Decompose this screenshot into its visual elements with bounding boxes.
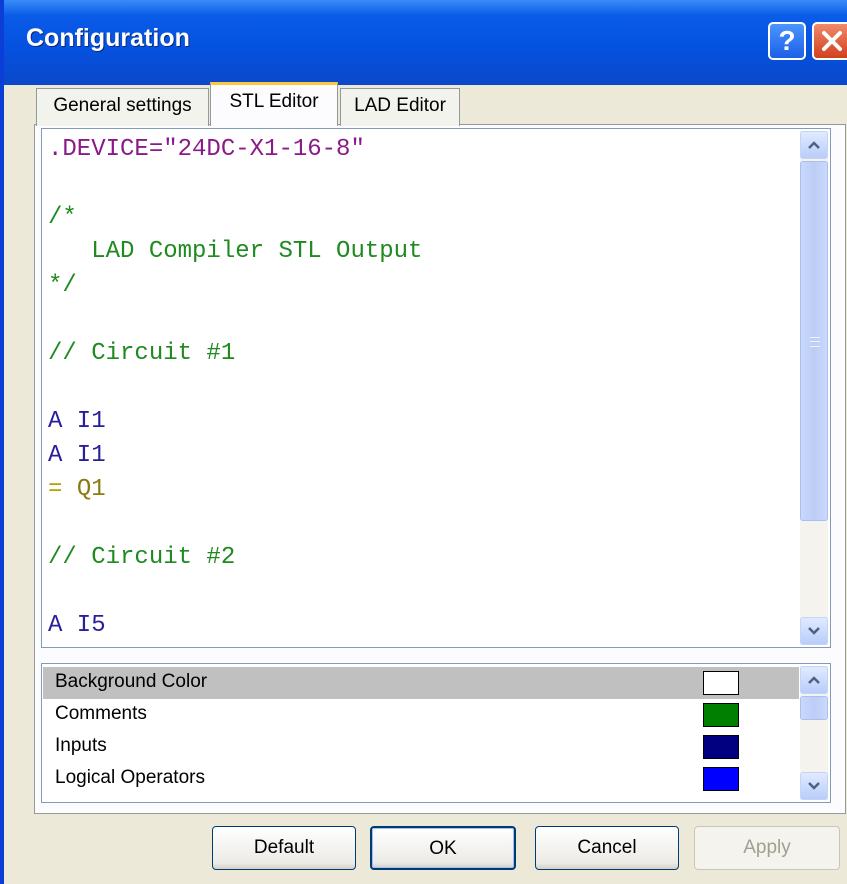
code-line: /* bbox=[48, 204, 77, 231]
color-row-inputs[interactable]: Inputs bbox=[43, 731, 799, 763]
color-label: Inputs bbox=[55, 735, 107, 756]
tab-stl-editor[interactable]: STL Editor bbox=[210, 82, 338, 126]
code-line: // Circuit #1 bbox=[48, 340, 236, 367]
close-icon bbox=[822, 31, 842, 51]
color-swatch[interactable] bbox=[703, 767, 739, 791]
tab-general-settings[interactable]: General settings bbox=[36, 88, 209, 126]
cancel-button[interactable]: Cancel bbox=[535, 826, 679, 870]
tab-lad-editor[interactable]: LAD Editor bbox=[340, 88, 460, 126]
assign-operator: = bbox=[48, 476, 77, 503]
color-list-scrollbar[interactable] bbox=[800, 666, 828, 800]
apply-button[interactable]: Apply bbox=[694, 826, 840, 870]
scroll-up-button[interactable] bbox=[800, 131, 828, 159]
color-label: Logical Operators bbox=[55, 767, 205, 788]
chevron-up-icon bbox=[808, 676, 820, 684]
color-label: Background Color bbox=[55, 671, 208, 692]
ok-button[interactable]: OK bbox=[370, 826, 516, 870]
color-row-logical-operators[interactable]: Logical Operators bbox=[43, 763, 799, 795]
code-line: A I1 bbox=[48, 442, 106, 469]
window-title: Configuration bbox=[26, 24, 190, 52]
scroll-down-button[interactable] bbox=[800, 617, 828, 645]
close-button[interactable] bbox=[812, 22, 847, 60]
scroll-thumb[interactable] bbox=[800, 696, 828, 720]
code-line: A I5 bbox=[48, 612, 106, 639]
color-label: Comments bbox=[55, 703, 147, 724]
color-row-background[interactable]: Background Color bbox=[43, 667, 799, 699]
code-line: .DEVICE="24DC-X1-16-8" bbox=[48, 136, 365, 163]
code-line: = Q1 bbox=[48, 473, 798, 507]
scroll-up-button[interactable] bbox=[800, 666, 828, 694]
color-swatch[interactable] bbox=[703, 703, 739, 727]
code-line: A I1 bbox=[48, 408, 106, 435]
assign-target: Q1 bbox=[76, 476, 106, 503]
stl-code-editor[interactable]: .DEVICE="24DC-X1-16-8" /* LAD Compiler S… bbox=[41, 128, 831, 648]
help-button[interactable]: ? bbox=[768, 22, 806, 60]
scroll-down-button[interactable] bbox=[800, 772, 828, 800]
syntax-color-list[interactable]: Background Color Comments Inputs Logical… bbox=[41, 663, 831, 803]
configuration-dialog: Configuration ? General settings STL Edi… bbox=[0, 0, 847, 884]
code-line: // Circuit #2 bbox=[48, 544, 236, 571]
title-bar[interactable]: Configuration ? bbox=[4, 0, 847, 85]
color-swatch[interactable] bbox=[703, 671, 739, 695]
color-swatch[interactable] bbox=[703, 735, 739, 759]
scroll-thumb[interactable] bbox=[800, 161, 828, 521]
color-row-comments[interactable]: Comments bbox=[43, 699, 799, 731]
chevron-down-icon bbox=[808, 627, 820, 635]
code-line: */ bbox=[48, 272, 77, 299]
chevron-up-icon bbox=[808, 141, 820, 149]
code-lines: .DEVICE="24DC-X1-16-8" /* LAD Compiler S… bbox=[48, 133, 798, 643]
code-line: LAD Compiler STL Output bbox=[48, 238, 423, 265]
editor-scrollbar[interactable] bbox=[800, 131, 828, 645]
chevron-down-icon bbox=[808, 782, 820, 790]
default-button[interactable]: Default bbox=[212, 826, 356, 870]
